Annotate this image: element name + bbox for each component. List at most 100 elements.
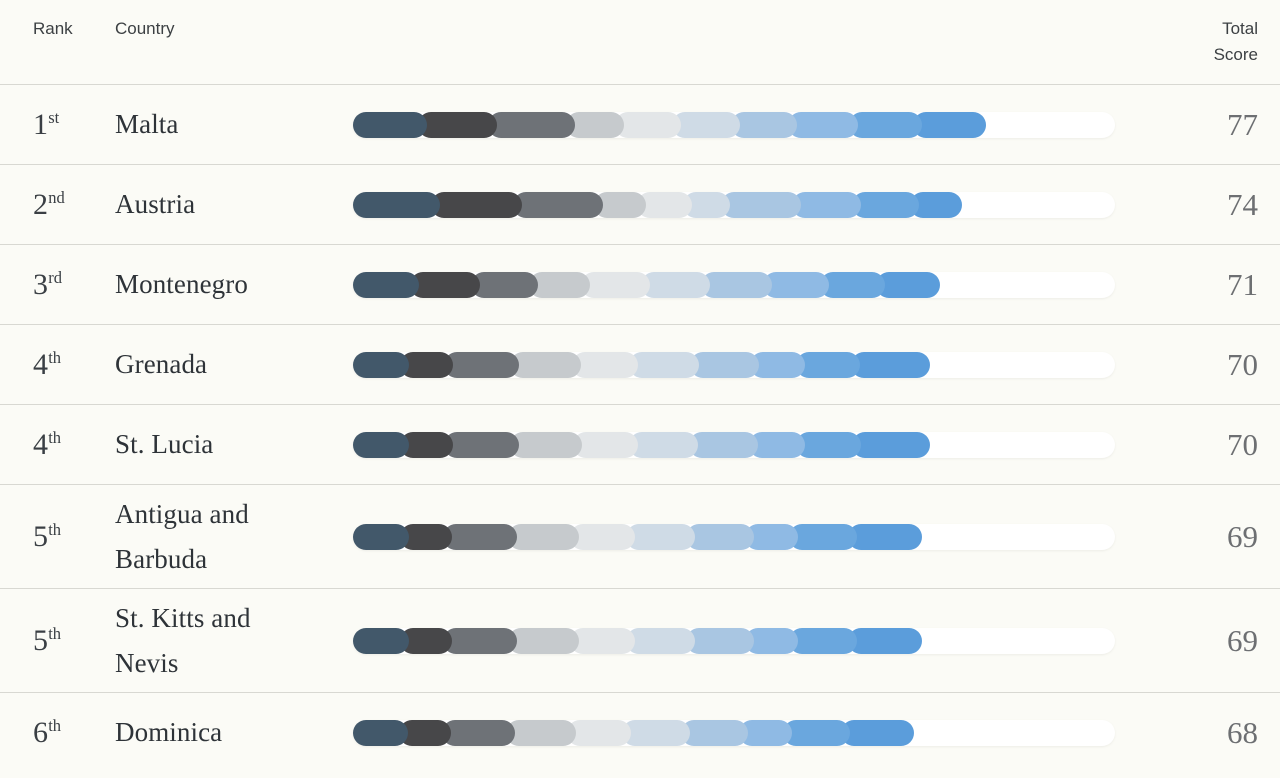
score-bar-segment — [443, 524, 516, 550]
score-bar-segment — [353, 192, 440, 218]
rank-ordinal-suffix: th — [48, 624, 61, 643]
rank-value: 4th — [33, 430, 115, 460]
score-bar-segment — [615, 112, 681, 138]
country-name: Dominica — [115, 710, 353, 755]
score-bar — [353, 352, 1166, 378]
score-bar-segment — [641, 272, 710, 298]
score-bar-segment — [796, 352, 860, 378]
score-bar-segment — [672, 112, 740, 138]
table-row[interactable]: 4thSt. Lucia70 — [0, 404, 1280, 484]
score-bar — [353, 432, 1166, 458]
column-header-rank: Rank — [33, 16, 115, 42]
rank-ordinal-suffix: th — [48, 348, 61, 367]
score-bar-segment — [841, 720, 914, 746]
table-row[interactable]: 4thGrenada70 — [0, 324, 1280, 404]
score-bar-segment — [444, 352, 519, 378]
score-bar-segments — [353, 432, 930, 458]
total-score-value: 71 — [1180, 269, 1258, 300]
country-name: St. Kitts andNevis — [115, 596, 353, 686]
score-bar-segment — [567, 720, 631, 746]
rank-ordinal-suffix: rd — [48, 268, 62, 287]
score-bar-segment — [848, 524, 922, 550]
score-bar-segment — [431, 192, 522, 218]
total-score-value: 77 — [1180, 109, 1258, 140]
score-bar-segment — [529, 272, 591, 298]
score-bar-segments — [353, 524, 922, 550]
table-row[interactable]: 5thAntigua andBarbuda 69 — [0, 484, 1280, 588]
score-bar — [353, 720, 1166, 746]
score-bar-segment — [731, 112, 797, 138]
score-bar — [353, 524, 1166, 550]
score-bar-segment — [629, 432, 698, 458]
score-bar-segment — [353, 628, 409, 654]
score-bar-segment — [626, 628, 695, 654]
score-bar-segment — [508, 524, 579, 550]
table-header-row: Rank Country Total Score — [0, 0, 1280, 84]
rank-ordinal-suffix: nd — [48, 188, 65, 207]
score-bar-segment — [573, 432, 637, 458]
score-bar-segment — [570, 524, 635, 550]
table-body: 1stMalta 77 2ndAustria74 3rdMontenegro 71 4th… — [0, 84, 1280, 772]
score-bar-segment — [852, 432, 930, 458]
score-bar-segments — [353, 112, 986, 138]
score-bar-segment — [763, 272, 829, 298]
total-score-value: 69 — [1180, 521, 1258, 552]
score-bar-segment — [681, 720, 747, 746]
table-row[interactable]: 2ndAustria74 — [0, 164, 1280, 244]
table-row[interactable]: 3rdMontenegro 71 — [0, 244, 1280, 324]
score-bar-segment — [581, 272, 649, 298]
rank-value: 3rd — [33, 270, 115, 300]
score-bar-segment — [689, 432, 758, 458]
score-bar-segment — [792, 192, 861, 218]
score-bar-segments — [353, 272, 940, 298]
country-name: Grenada — [115, 342, 353, 387]
score-bar-segment — [796, 432, 861, 458]
total-score-value: 70 — [1180, 429, 1258, 460]
score-bar — [353, 112, 1166, 138]
rank-value: 4th — [33, 350, 115, 380]
score-bar-segment — [506, 720, 576, 746]
score-bar-segment — [572, 352, 637, 378]
score-bar-segment — [849, 112, 921, 138]
score-bar-segment — [876, 272, 940, 298]
country-name: Antigua andBarbuda — [115, 492, 353, 582]
rank-ordinal-suffix: th — [48, 716, 61, 735]
rank-value: 5th — [33, 626, 115, 656]
score-bar-segment — [444, 432, 519, 458]
score-bar-segment — [721, 192, 801, 218]
rank-value: 6th — [33, 718, 115, 748]
score-bar-segment — [701, 272, 772, 298]
score-bar-segment — [913, 112, 986, 138]
table-row[interactable]: 1stMalta 77 — [0, 84, 1280, 164]
score-bar — [353, 272, 1166, 298]
score-bar — [353, 628, 1166, 654]
rank-ordinal-suffix: th — [48, 428, 61, 447]
score-bar-segment — [690, 352, 759, 378]
score-bar-segment — [353, 272, 419, 298]
country-name: Montenegro — [115, 262, 353, 307]
table-row[interactable]: 5thSt. Kitts andNevis 69 — [0, 588, 1280, 692]
rank-value: 1st — [33, 110, 115, 140]
score-bar-segment — [443, 628, 516, 654]
total-score-value: 69 — [1180, 625, 1258, 656]
table-row[interactable]: 6thDominica68 — [0, 692, 1280, 772]
score-bar-segment — [353, 352, 409, 378]
score-bar-segment — [852, 192, 919, 218]
score-bar-segment — [788, 112, 859, 138]
score-bar-segment — [570, 628, 635, 654]
score-bar-segment — [442, 720, 514, 746]
score-bar-segment — [783, 720, 849, 746]
score-bar-segment — [510, 432, 582, 458]
score-bar-segments — [353, 628, 922, 654]
rank-ordinal-suffix: th — [48, 520, 61, 539]
score-bar-segment — [848, 628, 922, 654]
rank-value: 5th — [33, 522, 115, 552]
score-bar-segment — [410, 272, 480, 298]
score-bar-segment — [488, 112, 575, 138]
country-name: Malta — [115, 102, 353, 147]
column-header-total-score: Total Score — [1180, 16, 1258, 68]
score-bar-segment — [353, 112, 427, 138]
score-bar-segment — [418, 112, 497, 138]
score-bar-segment — [510, 352, 581, 378]
score-bar — [353, 192, 1166, 218]
